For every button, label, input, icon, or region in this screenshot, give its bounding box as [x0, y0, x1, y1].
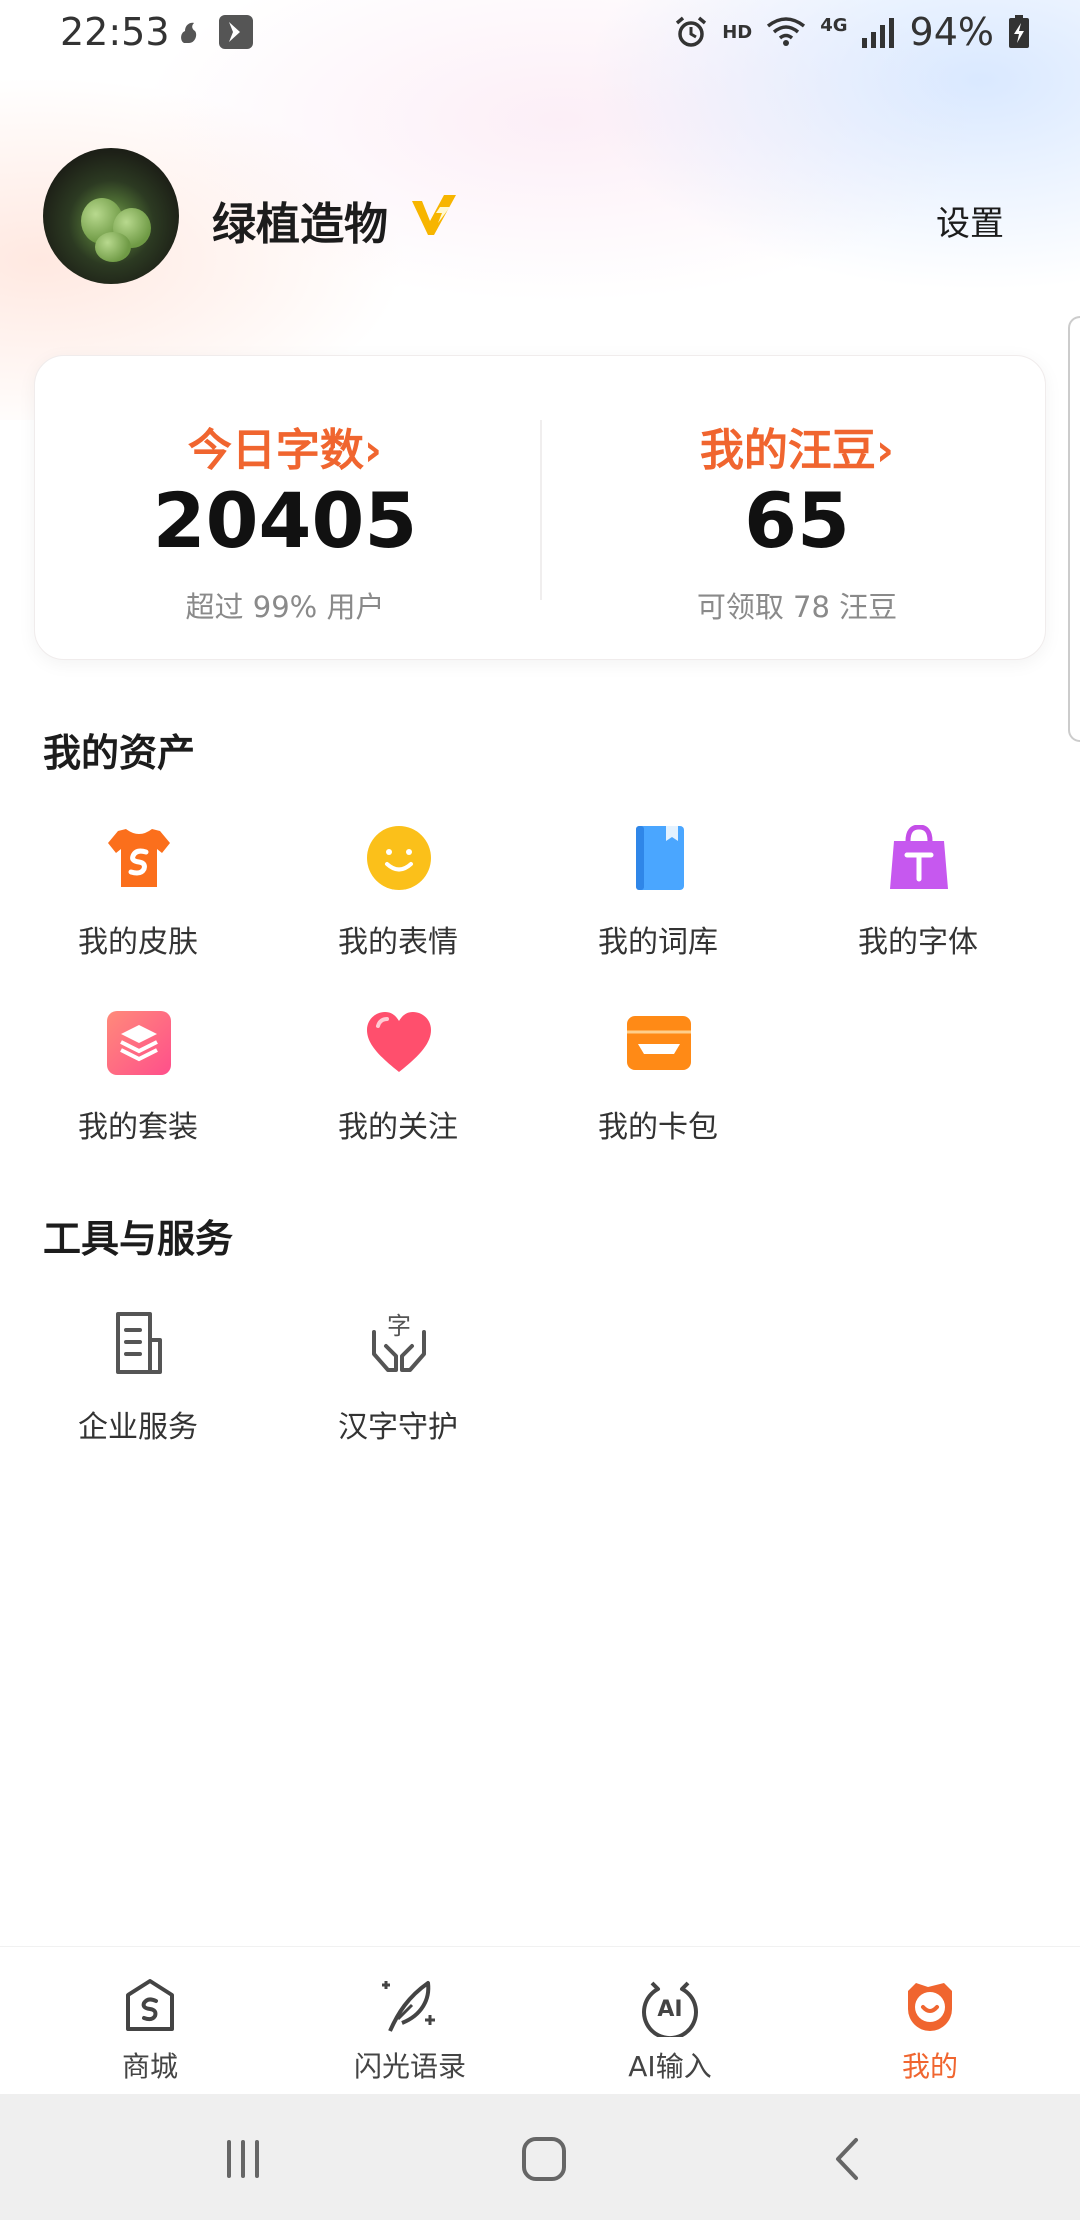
- beans-stat[interactable]: 我的汪豆› 65 可领取 78 汪豆: [547, 356, 1047, 661]
- back-icon[interactable]: [818, 2134, 878, 2184]
- system-nav-bar: [0, 2094, 1080, 2220]
- battery-percent: 94%: [909, 10, 994, 54]
- asset-item-suite[interactable]: 我的套装: [8, 1010, 268, 1170]
- emoji-icon: [367, 826, 431, 890]
- shop-icon: [126, 1979, 174, 2031]
- tools-section-title: 工具与服务: [43, 1217, 234, 1261]
- beans-value: 65: [744, 476, 850, 565]
- tool-label: 汉字守护: [338, 1410, 458, 1445]
- home-icon[interactable]: [514, 2134, 574, 2184]
- notification-app-icon: [181, 22, 197, 43]
- nav-label: 商城: [121, 2050, 178, 2083]
- heart-icon: [367, 1012, 431, 1072]
- battery-charging-icon: [1009, 15, 1029, 48]
- asset-label: 我的关注: [338, 1110, 458, 1145]
- vip-badge-icon[interactable]: [410, 193, 458, 237]
- asset-item-lexicon[interactable]: 我的词库: [528, 825, 788, 985]
- asset-item-skin[interactable]: 我的皮肤: [8, 825, 268, 985]
- avatar[interactable]: [43, 148, 179, 284]
- asset-label: 我的表情: [338, 925, 458, 960]
- svg-text:字: 字: [387, 1312, 411, 1340]
- nav-label: 我的: [901, 2050, 958, 2083]
- assets-section-title: 我的资产: [43, 731, 196, 775]
- tool-item-character-guard[interactable]: 字 汉字守护: [268, 1310, 528, 1470]
- asset-label: 我的套装: [78, 1110, 198, 1145]
- network-type: 4G: [820, 14, 848, 36]
- asset-label: 我的字体: [858, 925, 978, 960]
- wifi-icon: [767, 17, 806, 46]
- status-bar: 22:53 HD 4G 94%: [0, 0, 1080, 64]
- asset-item-emoji[interactable]: 我的表情: [268, 825, 528, 985]
- asset-item-font[interactable]: 我的字体: [788, 825, 1048, 985]
- status-notification-icons: [178, 14, 254, 50]
- nav-tab-shop[interactable]: 商城: [15, 1947, 285, 2095]
- beans-subtext: 可领取 78 汪豆: [696, 590, 898, 624]
- asset-label: 我的卡包: [598, 1110, 718, 1145]
- nav-label: AI输入: [628, 2050, 712, 2083]
- side-panel-handle[interactable]: [1068, 316, 1080, 742]
- stats-divider: [540, 420, 542, 600]
- asset-item-follow[interactable]: 我的关注: [268, 1010, 528, 1170]
- quill-icon: [382, 1981, 435, 2032]
- nav-tab-quotes[interactable]: 闪光语录: [275, 1947, 545, 2095]
- chevron-right-icon: ›: [363, 425, 383, 476]
- layers-icon: [107, 1011, 171, 1075]
- hd-indicator: HD: [722, 21, 753, 43]
- svg-text:AI: AI: [657, 1997, 682, 2022]
- chevron-right-icon: ›: [875, 425, 895, 476]
- tool-label: 企业服务: [78, 1410, 198, 1445]
- document-icon: [116, 1312, 162, 1374]
- asset-label: 我的皮肤: [78, 925, 198, 960]
- book-icon: [636, 826, 684, 890]
- me-icon: [908, 1983, 952, 2031]
- hands-character-icon: 字: [372, 1312, 426, 1372]
- words-today-subtext: 超过 99% 用户: [185, 590, 385, 624]
- nav-tab-ai-input[interactable]: AI AI输入: [535, 1947, 805, 2095]
- words-today-stat[interactable]: 今日字数› 20405 超过 99% 用户: [35, 356, 535, 661]
- status-right: HD 4G 94%: [674, 10, 1030, 54]
- alarm-icon: [676, 16, 707, 47]
- words-today-title[interactable]: 今日字数›: [35, 414, 535, 478]
- font-bag-icon: [890, 825, 948, 889]
- beans-title[interactable]: 我的汪豆›: [547, 414, 1047, 478]
- recent-apps-icon[interactable]: [213, 2134, 273, 2184]
- tool-item-enterprise[interactable]: 企业服务: [8, 1310, 268, 1470]
- stats-card: 今日字数› 20405 超过 99% 用户 我的汪豆› 65 可领取 78 汪豆: [34, 355, 1046, 660]
- signal-icon: [861, 18, 894, 48]
- bottom-nav: 商城 闪光语录 AI AI输入 我的: [0, 1946, 1080, 2094]
- notification-app-icon-2: [219, 15, 253, 49]
- asset-label: 我的词库: [598, 925, 718, 960]
- nav-tab-me[interactable]: 我的: [795, 1947, 1065, 2095]
- status-time: 22:53: [60, 10, 170, 54]
- ai-icon: AI: [642, 1981, 698, 2037]
- asset-item-card-wallet[interactable]: 我的卡包: [528, 1010, 788, 1170]
- username[interactable]: 绿植造物: [212, 188, 388, 252]
- settings-button[interactable]: 设置: [936, 196, 1004, 245]
- words-today-value: 20405: [152, 476, 418, 565]
- nav-label: 闪光语录: [353, 2050, 466, 2083]
- shirt-icon: [108, 829, 170, 887]
- wallet-icon: [627, 1016, 691, 1070]
